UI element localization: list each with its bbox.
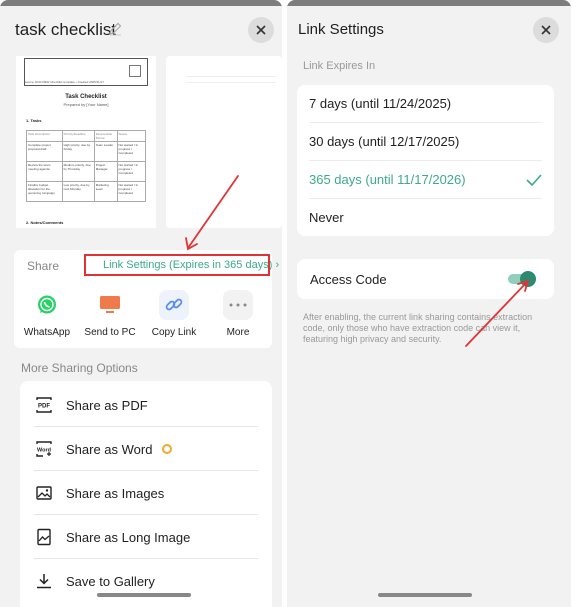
pdf-icon: PDF <box>35 396 53 414</box>
link-settings-header: Link Settings <box>287 6 571 52</box>
link-expires-label: Link Expires In <box>303 60 376 72</box>
pencil-icon[interactable] <box>107 21 123 37</box>
option-label: Save to Gallery <box>66 573 155 589</box>
close-icon <box>256 25 266 35</box>
preview-col: Responsible Person <box>93 130 118 142</box>
access-code-label: Access Code <box>310 272 387 287</box>
expiry-option-7-days[interactable]: 7 days (until 11/24/2025) <box>309 85 542 122</box>
access-code-row: Access Code <box>297 259 554 299</box>
preview-cell: Not started / In progress / Completed <box>116 181 146 202</box>
share-sheet-header: task checklist <box>0 6 282 52</box>
option-label: Share as Word <box>66 441 153 457</box>
preview-header-text: Source: DOCVIEW Checklist template • Cre… <box>24 80 104 84</box>
preview-cell: Medium priority, due by Thursday <box>61 161 95 182</box>
link-icon <box>159 290 189 320</box>
access-code-note: After enabling, the current link sharing… <box>303 312 533 344</box>
preview-cell: High priority, due by Friday <box>61 141 95 162</box>
preview-cell: Not started / In progress / Completed <box>116 141 146 162</box>
close-icon <box>541 25 551 35</box>
preview-col: Priority/Deadline <box>61 130 95 142</box>
download-icon <box>35 572 53 590</box>
preview-cell: Low priority, due by next Monday <box>61 181 95 202</box>
preview-line <box>186 82 276 83</box>
chevron-right-icon: › <box>275 259 280 271</box>
image-icon <box>35 484 53 502</box>
share-label: Share <box>27 259 60 273</box>
annotation-highlight-box <box>84 254 270 276</box>
expiry-option-365-days[interactable]: 365 days (until 11/17/2026) <box>309 161 542 198</box>
share-as-pdf-option[interactable]: PDF Share as PDF <box>20 383 272 427</box>
share-copy-link-button[interactable]: Copy Link <box>143 290 205 338</box>
more-sharing-title: More Sharing Options <box>21 361 138 375</box>
document-preview-page-2[interactable] <box>166 56 282 228</box>
share-whatsapp-button[interactable]: WhatsApp <box>16 290 78 338</box>
home-indicator <box>378 593 472 597</box>
pdf-icon-text: PDF <box>38 404 50 410</box>
access-code-toggle[interactable] <box>508 271 536 287</box>
expiry-option-never[interactable]: Never <box>309 199 542 236</box>
share-send-to-pc-button[interactable]: Send to PC <box>79 290 141 338</box>
share-as-images-option[interactable]: Share as Images <box>20 471 272 515</box>
preview-cell: Marketing Lead <box>93 181 118 202</box>
preview-cell: Finalize budget allocation for the upcom… <box>26 181 63 202</box>
preview-col: Status <box>116 130 146 142</box>
expiry-option-label: 30 days (until 12/17/2025) <box>309 134 460 149</box>
whatsapp-icon <box>32 290 62 320</box>
preview-section-notes: 2. Notes/Comments <box>26 220 64 225</box>
expiry-option-label: 7 days (until 11/24/2025) <box>309 96 452 111</box>
preview-cell: Project Manager <box>93 161 118 182</box>
close-button[interactable] <box>533 17 559 43</box>
app-label: Copy Link <box>151 327 197 338</box>
preview-title: Task Checklist <box>65 94 107 100</box>
app-label: Send to PC <box>84 327 136 338</box>
document-title: task checklist <box>15 20 117 39</box>
monitor-icon <box>95 290 125 320</box>
preview-stamp <box>129 65 141 77</box>
toggle-knob <box>520 271 536 287</box>
close-button[interactable] <box>248 17 274 43</box>
preview-line <box>186 76 276 77</box>
expiry-option-label: Never <box>309 210 344 225</box>
preview-subtitle: Prepared by [Your Name] <box>63 102 109 107</box>
more-icon <box>223 290 253 320</box>
option-label: Share as Long Image <box>66 529 191 545</box>
preview-cell: Review the team meeting agenda <box>26 161 63 182</box>
sharing-options-list: PDF Share as PDF Word Share as Word Shar… <box>20 381 272 607</box>
app-label: WhatsApp <box>23 327 71 338</box>
preview-section-tasks: 1. Tasks <box>26 118 42 123</box>
checkmark-icon <box>526 173 542 186</box>
preview-table: Task Description Priority/Deadline Respo… <box>26 130 146 202</box>
share-as-long-image-option[interactable]: Share as Long Image <box>20 515 272 559</box>
share-more-button[interactable]: More <box>207 290 269 338</box>
premium-badge-icon <box>162 444 173 454</box>
preview-cell: Complete project proposal draft <box>26 141 63 162</box>
preview-cell: Not started / In progress / Completed <box>116 161 146 182</box>
home-indicator <box>97 593 191 597</box>
expiry-options-list: 7 days (until 11/24/2025) 30 days (until… <box>297 85 554 236</box>
app-label: More <box>226 327 250 338</box>
expiry-option-30-days[interactable]: 30 days (until 12/17/2025) <box>309 123 542 160</box>
preview-cell: Team Leader <box>93 141 118 162</box>
long-image-icon <box>35 528 53 546</box>
link-settings-title: Link Settings <box>298 21 384 38</box>
option-label: Share as Images <box>66 485 165 501</box>
preview-col: Task Description <box>26 130 63 142</box>
document-preview[interactable]: Source: DOCVIEW Checklist template • Cre… <box>16 56 156 228</box>
expiry-option-label: 365 days (until 11/17/2026) <box>309 172 466 187</box>
share-as-word-option[interactable]: Word Share as Word <box>20 427 272 471</box>
option-label: Share as PDF <box>66 397 148 413</box>
word-icon: Word <box>35 440 53 458</box>
